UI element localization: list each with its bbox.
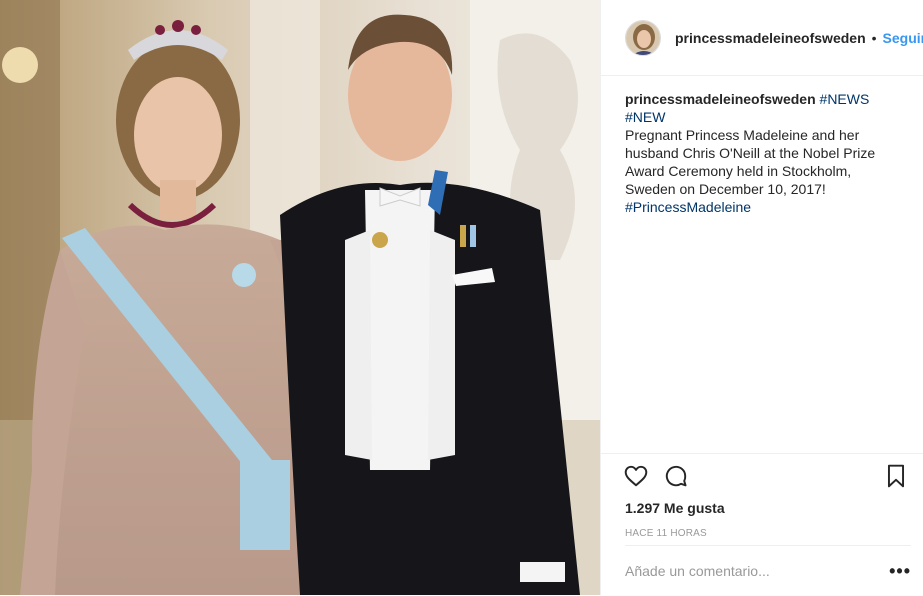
ellipsis-icon[interactable]: •••: [889, 561, 911, 582]
caption-text: Pregnant Princess Madeleine and her husb…: [625, 127, 876, 197]
action-bar: [601, 454, 923, 498]
post-image: [0, 0, 600, 595]
follow-button[interactable]: Seguir: [883, 30, 923, 46]
hashtag-princessmadeleine[interactable]: #PrincessMadeleine: [625, 199, 751, 215]
comment-bar: •••: [625, 545, 911, 596]
header-username-link[interactable]: princessmadeleineofsweden: [675, 30, 866, 46]
heart-icon[interactable]: [623, 463, 649, 489]
speech-bubble-icon[interactable]: [663, 463, 689, 489]
avatar[interactable]: [625, 19, 661, 56]
post-photo[interactable]: [0, 0, 600, 595]
avatar-image: [626, 20, 660, 55]
post-timestamp[interactable]: HACE 11 HORAS: [601, 528, 923, 539]
like-count[interactable]: 1.297 Me gusta: [601, 500, 923, 516]
post-caption: princessmadeleineofsweden #NEWS #NEW Pre…: [601, 76, 923, 454]
hashtag-new[interactable]: #NEW: [625, 109, 665, 125]
bookmark-icon[interactable]: [883, 463, 909, 489]
separator-dot: •: [871, 29, 877, 46]
caption-username-link[interactable]: princessmadeleineofsweden: [625, 91, 816, 107]
comment-input[interactable]: [625, 563, 875, 579]
hashtag-news[interactable]: #NEWS: [820, 91, 870, 107]
post-side-panel: princessmadeleineofsweden • Seguir princ…: [600, 0, 923, 595]
post-header: princessmadeleineofsweden • Seguir: [601, 0, 923, 76]
